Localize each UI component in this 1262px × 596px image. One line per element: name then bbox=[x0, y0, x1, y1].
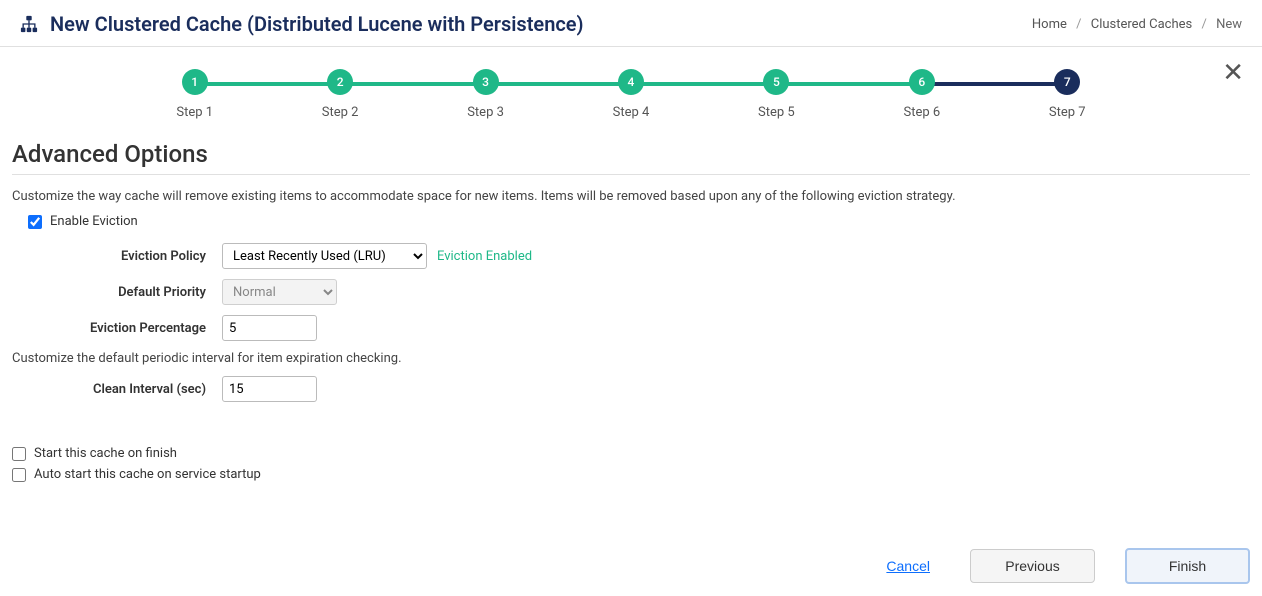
enable-eviction-label: Enable Eviction bbox=[50, 214, 138, 229]
step-line bbox=[340, 82, 485, 86]
step-label: Step 6 bbox=[903, 105, 940, 120]
default-priority-label: Default Priority bbox=[12, 285, 222, 300]
step-line bbox=[486, 82, 631, 86]
eviction-percentage-row: Eviction Percentage bbox=[12, 315, 1250, 341]
step-label: Step 2 bbox=[322, 105, 359, 120]
step-line bbox=[922, 82, 1067, 86]
divider bbox=[12, 174, 1250, 175]
step-label: Step 4 bbox=[613, 105, 650, 120]
breadcrumb-home[interactable]: Home bbox=[1032, 17, 1067, 32]
start-on-finish-label: Start this cache on finish bbox=[34, 446, 177, 461]
breadcrumb-separator: / bbox=[1076, 17, 1081, 32]
step-circle[interactable]: 4 bbox=[618, 69, 644, 95]
step-6: 6 Step 6 bbox=[849, 69, 994, 120]
eviction-policy-select[interactable]: Least Recently Used (LRU) bbox=[222, 243, 427, 269]
step-2: 2 Step 2 bbox=[267, 69, 412, 120]
eviction-policy-label: Eviction Policy bbox=[12, 249, 222, 264]
step-5: 5 Step 5 bbox=[704, 69, 849, 120]
default-priority-row: Default Priority Normal bbox=[12, 279, 1250, 305]
clean-interval-row: Clean Interval (sec) bbox=[12, 376, 1250, 402]
breadcrumb-separator: / bbox=[1201, 17, 1206, 32]
breadcrumb: Home / Clustered Caches / New bbox=[1032, 17, 1242, 32]
default-priority-select: Normal bbox=[222, 279, 337, 305]
step-circle[interactable]: 5 bbox=[763, 69, 789, 95]
step-circle[interactable]: 6 bbox=[909, 69, 935, 95]
auto-start-label: Auto start this cache on service startup bbox=[34, 467, 261, 482]
page-title: New Clustered Cache (Distributed Lucene … bbox=[50, 12, 584, 36]
eviction-policy-row: Eviction Policy Least Recently Used (LRU… bbox=[12, 243, 1250, 269]
step-4: 4 Step 4 bbox=[558, 69, 703, 120]
step-circle[interactable]: 1 bbox=[182, 69, 208, 95]
modal-content: ✕ 1 Step 1 2 Step 2 3 Step 3 4 Step 4 5 … bbox=[0, 47, 1262, 500]
eviction-status: Eviction Enabled bbox=[437, 249, 532, 264]
clean-interval-input[interactable] bbox=[222, 376, 317, 402]
section-title: Advanced Options bbox=[12, 140, 1250, 168]
eviction-percentage-input[interactable] bbox=[222, 315, 317, 341]
header-bar: New Clustered Cache (Distributed Lucene … bbox=[0, 0, 1262, 47]
footer-bar: Cancel Previous Finish bbox=[0, 538, 1262, 596]
start-on-finish-checkbox[interactable] bbox=[12, 447, 26, 461]
breadcrumb-caches[interactable]: Clustered Caches bbox=[1091, 17, 1192, 32]
step-circle[interactable]: 2 bbox=[327, 69, 353, 95]
step-circle[interactable]: 3 bbox=[473, 69, 499, 95]
step-line bbox=[776, 82, 921, 86]
clean-interval-label: Clean Interval (sec) bbox=[12, 382, 222, 397]
eviction-description: Customize the way cache will remove exis… bbox=[12, 189, 1250, 204]
step-label: Step 5 bbox=[758, 105, 795, 120]
step-line bbox=[631, 82, 776, 86]
header-left: New Clustered Cache (Distributed Lucene … bbox=[20, 12, 584, 36]
cancel-button[interactable]: Cancel bbox=[886, 558, 930, 574]
step-3: 3 Step 3 bbox=[413, 69, 558, 120]
step-1: 1 Step 1 bbox=[122, 69, 267, 120]
sitemap-icon bbox=[20, 15, 38, 33]
auto-start-row: Auto start this cache on service startup bbox=[12, 467, 1250, 482]
step-circle[interactable]: 7 bbox=[1054, 69, 1080, 95]
breadcrumb-current: New bbox=[1216, 17, 1242, 32]
clean-description: Customize the default periodic interval … bbox=[12, 351, 1250, 366]
step-label: Step 1 bbox=[176, 105, 213, 120]
eviction-percentage-label: Eviction Percentage bbox=[12, 321, 222, 336]
step-7: 7 Step 7 bbox=[995, 69, 1140, 120]
step-line bbox=[195, 82, 340, 86]
step-label: Step 3 bbox=[467, 105, 504, 120]
enable-eviction-row: Enable Eviction bbox=[12, 214, 1250, 229]
auto-start-checkbox[interactable] bbox=[12, 468, 26, 482]
step-label: Step 7 bbox=[1049, 105, 1086, 120]
previous-button[interactable]: Previous bbox=[970, 549, 1095, 583]
finish-button[interactable]: Finish bbox=[1125, 548, 1250, 584]
stepper: 1 Step 1 2 Step 2 3 Step 3 4 Step 4 5 St… bbox=[12, 59, 1250, 132]
enable-eviction-checkbox[interactable] bbox=[28, 215, 42, 229]
start-on-finish-row: Start this cache on finish bbox=[12, 446, 1250, 461]
